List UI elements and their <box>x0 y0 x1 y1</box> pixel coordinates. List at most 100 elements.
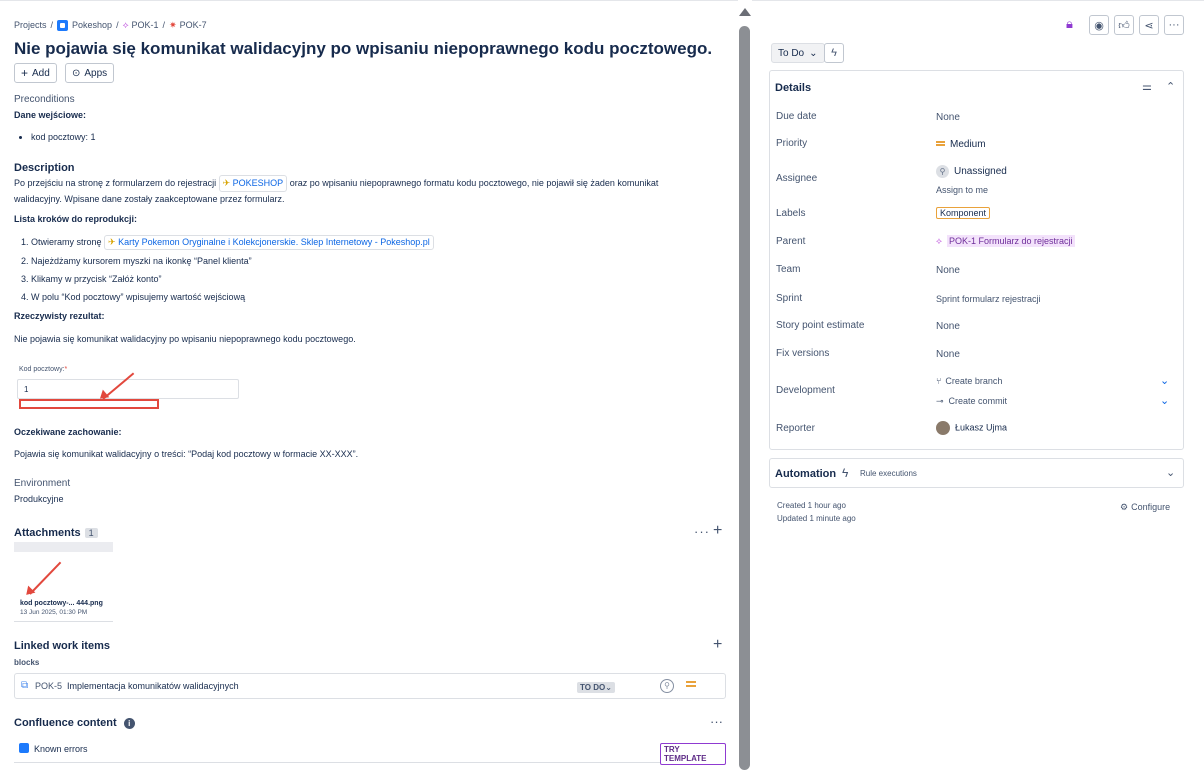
breadcrumb-separator: / <box>162 20 166 30</box>
linked-status-label: TO DO <box>580 683 606 692</box>
linked-item-key[interactable]: POK-5 <box>35 681 62 691</box>
chevron-up-icon[interactable]: ⌃ <box>1166 80 1175 93</box>
create-commit-text: Create commit <box>948 396 1008 406</box>
confluence-heading: Confluence content i <box>14 717 135 729</box>
team-value[interactable]: None <box>936 265 960 276</box>
actual-result-text: Nie pojawia się komunikat walidacyjny po… <box>14 334 356 344</box>
expected-heading: Oczekiwane zachowanie: <box>14 427 122 437</box>
rule-executions-label: Rule executions <box>860 469 917 478</box>
project-icon <box>57 19 69 31</box>
issue-title[interactable]: Nie pojawia się komunikat walidacyjny po… <box>14 39 712 59</box>
parent-value[interactable]: ⟡ POK-1 Formularz do rejestracji <box>936 235 1075 247</box>
bug-icon: ✷ <box>169 19 177 30</box>
breadcrumb-projects[interactable]: Projects <box>14 20 47 30</box>
confluence-label: Confluence content <box>14 717 117 729</box>
list-item: Klikamy w przycisk “Załóż konto” <box>31 273 716 286</box>
linked-item-row[interactable]: ⧉ POK-5 Implementacja komunikatów walida… <box>14 673 726 699</box>
more-actions-icon[interactable]: ··· <box>1164 15 1184 35</box>
chevron-down-icon[interactable]: ⌄ <box>1160 374 1169 387</box>
create-commit-link[interactable]: ⊸ Create commit <box>936 396 1007 407</box>
assignee-value[interactable]: ⚲ Unassigned <box>936 165 1007 178</box>
linked-items-heading: Linked work items <box>14 640 110 652</box>
pokeshop-inline-link[interactable]: ✈ POKESHOP <box>218 175 288 192</box>
commit-icon: ⊸ <box>936 396 944 406</box>
breadcrumb-parent[interactable]: POK-1 <box>132 20 159 30</box>
preconditions-heading: Dane wejściowe: <box>14 110 87 120</box>
vote-thumbs-up-icon[interactable]: 👍︎ <box>1114 15 1134 35</box>
updated-timestamp: Updated 1 minute ago <box>777 514 856 523</box>
status-label: To Do <box>778 47 805 59</box>
description-text: walidacyjny. Wpisane dane zostały zaakce… <box>14 194 285 204</box>
try-template-button[interactable]: TRY TEMPLATE <box>660 743 726 765</box>
add-button[interactable]: + Add <box>14 63 57 83</box>
confluence-more-icon[interactable]: ··· <box>710 714 723 729</box>
apps-icon: ⊙ <box>72 67 81 79</box>
create-branch-text: Create branch <box>945 376 1003 386</box>
priority-medium-icon <box>936 141 945 144</box>
form-field-label: Kod pocztowy:* <box>19 366 67 373</box>
configure-label: Configure <box>1131 502 1171 512</box>
linked-add-icon[interactable]: + <box>713 636 722 654</box>
attachments-label: Attachments <box>14 527 81 539</box>
priority-value[interactable]: Medium <box>936 139 986 150</box>
team-label: Team <box>776 264 801 275</box>
linked-item-summary[interactable]: Implementacja komunikatów walidacyjnych <box>67 681 239 691</box>
info-icon[interactable]: i <box>123 718 135 729</box>
automation-panel[interactable]: Automation ϟ Rule executions ⌄ <box>769 458 1184 488</box>
breadcrumb: Projects / Pokeshop / ⟡ POK-1 / ✷ POK-7 <box>14 18 207 32</box>
parent-text: POK-1 Formularz do rejestracji <box>946 235 1075 247</box>
pokeshop-page-link[interactable]: ✈ Karty Pokemon Oryginalne i Kolekcjoner… <box>104 235 434 250</box>
reporter-text: Łukasz Ujma <box>955 422 1008 433</box>
apps-button[interactable]: ⊙ Apps <box>65 63 115 83</box>
confluence-page-icon <box>19 743 29 753</box>
automation-bolt-icon[interactable]: ϟ <box>824 43 844 63</box>
story-points-value[interactable]: None <box>936 321 960 332</box>
linked-item-status[interactable]: TO DO⌄ <box>577 682 615 693</box>
breadcrumb-current[interactable]: POK-7 <box>180 20 207 30</box>
settings-sliders-icon[interactable]: ⚌ <box>1142 80 1152 93</box>
create-branch-link[interactable]: ⑂ Create branch <box>936 376 1002 386</box>
fix-versions-value[interactable]: None <box>936 349 960 360</box>
reporter-avatar <box>936 421 950 435</box>
description-text: oraz po wpisaniu niepoprawnego formatu k… <box>289 178 659 188</box>
parent-label: Parent <box>776 236 806 247</box>
details-title[interactable]: Details <box>775 82 811 94</box>
attachment-file-date: 13 Jun 2025, 01:30 PM <box>20 609 88 616</box>
scroll-up-arrow-icon[interactable] <box>738 8 752 18</box>
plus-icon: + <box>21 66 29 80</box>
list-item: kod pocztowy: 1 <box>31 132 96 142</box>
postal-code-value: 1 <box>24 385 29 394</box>
label-tag[interactable]: Komponent <box>936 207 991 219</box>
environment-value[interactable]: Produkcyjne <box>14 494 64 504</box>
status-dropdown[interactable]: To Do ⌄ <box>771 43 825 63</box>
due-date-label: Due date <box>776 111 817 122</box>
scrollbar-thumb[interactable] <box>739 26 750 770</box>
attachment-thumbnail-top <box>14 542 113 552</box>
reporter-label: Reporter <box>776 423 815 434</box>
step-text: Otwieramy stronę <box>31 237 102 247</box>
watch-eye-icon[interactable]: ◉ <box>1089 15 1109 35</box>
restriction-lock-icon[interactable]: 🔒︎ <box>1066 16 1073 32</box>
assign-to-me-link[interactable]: Assign to me <box>936 185 988 195</box>
share-icon[interactable]: ⋖ <box>1139 15 1159 35</box>
attachments-add-icon[interactable]: + <box>713 522 722 540</box>
pokeshop-page-link-label: Karty Pokemon Oryginalne i Kolekcjonersk… <box>118 237 430 247</box>
chevron-down-icon: ⌄ <box>1166 467 1176 479</box>
breadcrumb-project[interactable]: Pokeshop <box>72 20 112 30</box>
epic-icon: ⟡ <box>936 236 942 246</box>
pokeshop-favicon-icon: ✈ <box>108 237 116 247</box>
confluence-item-row[interactable]: Known errors TRY TEMPLATE <box>14 737 726 765</box>
configure-button[interactable]: ⚙ Configure <box>1120 502 1170 513</box>
list-item: Otwieramy stronę ✈ Karty Pokemon Orygina… <box>31 235 716 250</box>
due-date-value[interactable]: None <box>936 112 960 123</box>
reporter-value[interactable]: Łukasz Ujma <box>936 421 1007 435</box>
confluence-item-label[interactable]: Known errors <box>34 744 88 754</box>
postal-code-input-image: 1 <box>17 379 239 399</box>
add-button-label: Add <box>32 67 50 79</box>
unassigned-avatar-icon[interactable]: ⚲ <box>660 679 674 693</box>
chevron-down-icon[interactable]: ⌄ <box>1160 394 1169 407</box>
attachments-more-icon[interactable]: ··· <box>694 524 710 539</box>
steps-list: Otwieramy stronę ✈ Karty Pokemon Orygina… <box>16 235 716 309</box>
breadcrumb-separator: / <box>116 20 119 30</box>
sprint-value[interactable]: Sprint formularz rejestracji <box>936 294 1041 304</box>
